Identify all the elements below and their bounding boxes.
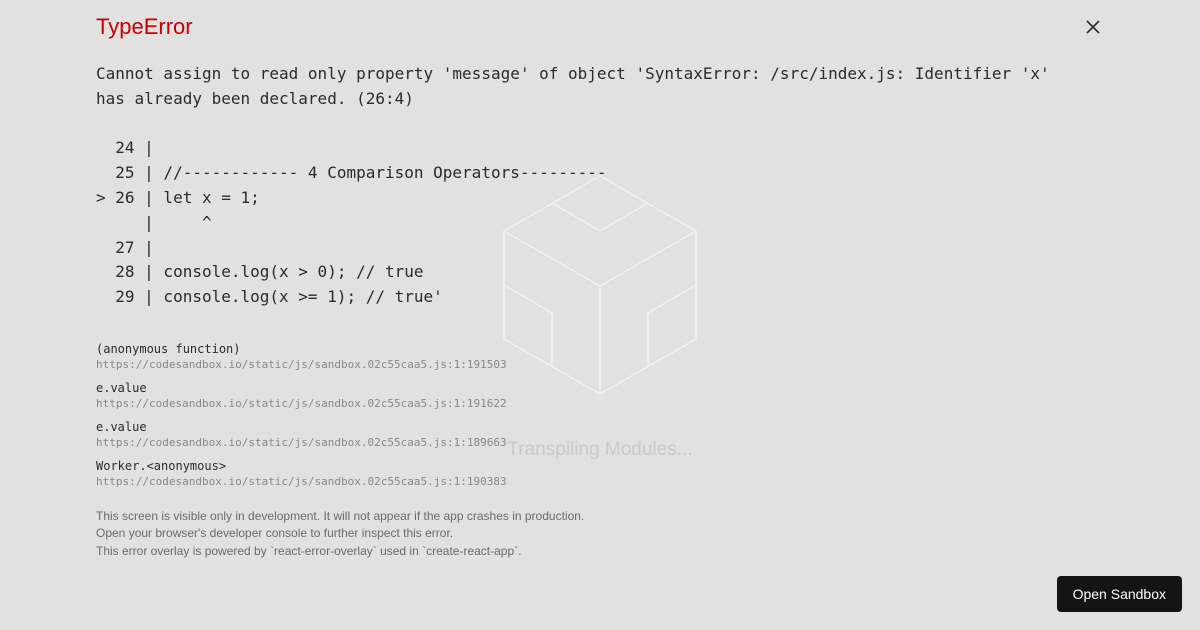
stack-src: https://codesandbox.io/static/js/sandbox… (96, 358, 1104, 371)
stack-frame: (anonymous function) https://codesandbox… (96, 342, 1104, 371)
stack-fn: (anonymous function) (96, 342, 1104, 356)
close-icon (1086, 20, 1100, 34)
stack-src: https://codesandbox.io/static/js/sandbox… (96, 397, 1104, 410)
error-title: TypeError (96, 14, 1104, 40)
error-msg-line: has already been declared. (26:4) (96, 89, 414, 108)
open-sandbox-button[interactable]: Open Sandbox (1057, 576, 1182, 612)
stack-fn: Worker.<anonymous> (96, 459, 1104, 473)
code-line: 24 | (96, 138, 163, 157)
close-button[interactable] (1082, 16, 1104, 38)
stack-fn: e.value (96, 420, 1104, 434)
stack-trace: (anonymous function) https://codesandbox… (96, 342, 1104, 488)
error-message: Cannot assign to read only property 'mes… (96, 62, 1104, 310)
code-line: 28 | console.log(x > 0); // true (96, 262, 424, 281)
stack-fn: e.value (96, 381, 1104, 395)
footer-line: This error overlay is powered by `react-… (96, 543, 1104, 560)
stack-src: https://codesandbox.io/static/js/sandbox… (96, 436, 1104, 449)
code-line: 29 | console.log(x >= 1); // true' (96, 287, 443, 306)
footer-line: This screen is visible only in developme… (96, 508, 1104, 525)
code-line: 27 | (96, 238, 163, 257)
stack-src: https://codesandbox.io/static/js/sandbox… (96, 475, 1104, 488)
stack-frame: Worker.<anonymous> https://codesandbox.i… (96, 459, 1104, 488)
footer-note: This screen is visible only in developme… (96, 508, 1104, 560)
stack-frame: e.value https://codesandbox.io/static/js… (96, 420, 1104, 449)
error-msg-line: Cannot assign to read only property 'mes… (96, 64, 1050, 83)
code-line: > 26 | let x = 1; (96, 188, 260, 207)
code-line: | ^ (96, 213, 212, 232)
footer-line: Open your browser's developer console to… (96, 525, 1104, 542)
stack-frame: e.value https://codesandbox.io/static/js… (96, 381, 1104, 410)
code-line: 25 | //------------ 4 Comparison Operato… (96, 163, 607, 182)
error-overlay: TypeError Cannot assign to read only pro… (0, 0, 1200, 630)
